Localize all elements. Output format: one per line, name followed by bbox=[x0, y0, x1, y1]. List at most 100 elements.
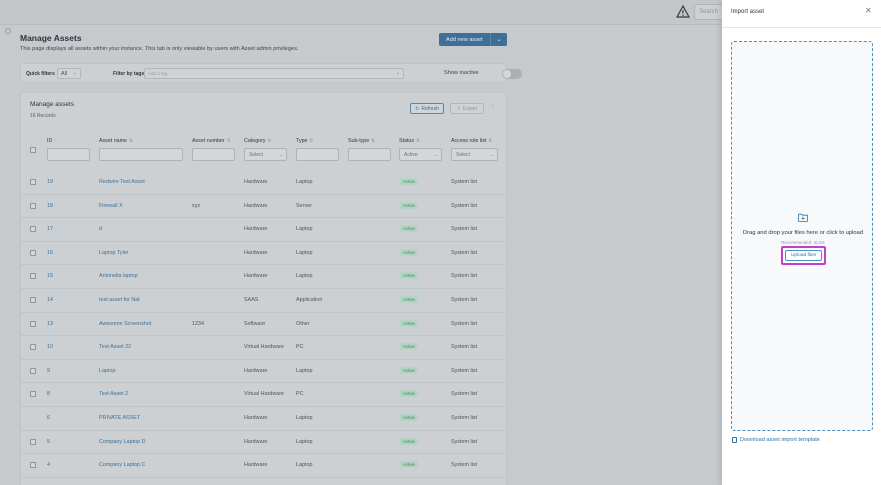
column-header-type[interactable]: Type ⇅ bbox=[296, 138, 313, 144]
asset-id-link[interactable]: 14 bbox=[47, 297, 53, 303]
column-header-status[interactable]: Status ⇅ bbox=[399, 138, 420, 144]
status-filter-select[interactable]: Active ⌄ bbox=[399, 148, 442, 161]
asset-name-link[interactable]: Firewall X bbox=[99, 203, 123, 209]
asset-name-link[interactable]: Test Asset 2 bbox=[99, 391, 128, 397]
id-filter-input[interactable] bbox=[47, 148, 90, 161]
show-inactive-toggle[interactable] bbox=[502, 69, 522, 79]
row-checkbox[interactable] bbox=[30, 344, 36, 351]
category-cell: Virtual Hardware bbox=[244, 391, 285, 398]
asset-id-link[interactable]: 8 bbox=[47, 391, 50, 397]
asset-number-filter-input[interactable] bbox=[192, 148, 235, 161]
upload-files-button[interactable]: Upload files bbox=[781, 246, 826, 265]
recommended-format: Recommended: XLSX bbox=[781, 240, 825, 245]
asset-id-link[interactable]: 6 bbox=[47, 415, 50, 421]
table-row[interactable]: 10 Test Asset 22 Virtual Hardware PC Active S… bbox=[21, 336, 506, 360]
row-checkbox[interactable] bbox=[30, 249, 36, 256]
table-row[interactable]: 5 Company Laptop D Hardware Laptop Active Sys… bbox=[21, 431, 506, 455]
access-role-cell: System list bbox=[451, 297, 478, 303]
row-checkbox[interactable] bbox=[30, 391, 36, 398]
sort-icon: ⇅ bbox=[416, 138, 420, 143]
table-row[interactable]: 9 Laptop Hardware Laptop Active System list bbox=[21, 360, 506, 384]
row-checkbox[interactable] bbox=[30, 179, 36, 185]
row-checkbox[interactable] bbox=[30, 320, 36, 327]
status-badge: Active bbox=[400, 366, 418, 374]
access-role-cell: System list bbox=[451, 249, 478, 256]
table-row[interactable]: 13 Awesome Screenshot 1234 Software Other Act… bbox=[21, 313, 506, 337]
chevron-down-icon[interactable]: ⌄ bbox=[491, 36, 507, 43]
asset-name-link[interactable]: PRIVATE ASSET bbox=[99, 415, 140, 421]
table-row[interactable]: 14 test asset for Nat SAAS Application Activ… bbox=[21, 289, 506, 313]
asset-id-link[interactable]: 13 bbox=[47, 321, 53, 327]
add-new-asset-button[interactable]: Add new asset ⌄ bbox=[439, 33, 507, 46]
asset-name-link[interactable]: Laptop bbox=[99, 368, 116, 374]
table-row[interactable]: 16 Laptop Tyler Hardware Laptop Active System… bbox=[21, 242, 506, 266]
asset-id-link[interactable]: 9 bbox=[47, 368, 50, 374]
column-header-asset-name[interactable]: Asset name ⇅ bbox=[99, 138, 133, 144]
tags-filter-input[interactable]: Add a tag ⌄ bbox=[144, 68, 404, 79]
asset-name-link[interactable]: d bbox=[99, 226, 102, 232]
warning-icon[interactable] bbox=[676, 5, 690, 18]
row-checkbox[interactable] bbox=[30, 462, 36, 469]
table-row[interactable]: 6 PRIVATE ASSET Hardware Laptop Active System… bbox=[21, 407, 506, 431]
asset-id-link[interactable]: 19 bbox=[47, 179, 53, 185]
type-filter-input[interactable] bbox=[296, 148, 339, 161]
asset-name-link[interactable]: Company Laptop C bbox=[99, 462, 145, 468]
row-checkbox[interactable] bbox=[30, 273, 36, 280]
category-filter-select[interactable]: Select ⌄ bbox=[244, 148, 287, 161]
upload-files-label: Upload files bbox=[784, 250, 823, 261]
table-row[interactable]: 17 d Hardware Laptop Active System list bbox=[21, 218, 506, 242]
category-cell: Virtual Hardware bbox=[244, 344, 285, 351]
column-header-asset-number[interactable]: Asset number ⇅ bbox=[192, 138, 230, 144]
column-header-id[interactable]: ID ↓ bbox=[47, 138, 57, 144]
asset-id-link[interactable]: 5 bbox=[47, 439, 50, 445]
table-row[interactable]: 8 Test Asset 2 Virtual Hardware PC Active Sys… bbox=[21, 383, 506, 407]
export-button[interactable]: ⇩ Export bbox=[450, 103, 484, 114]
row-checkbox[interactable] bbox=[30, 297, 36, 303]
refresh-label: Refresh bbox=[421, 105, 439, 112]
row-checkbox[interactable] bbox=[30, 226, 36, 233]
file-dropzone[interactable]: Drag and drop your files here or click t… bbox=[731, 41, 873, 431]
asset-name-link[interactable]: Company Laptop D bbox=[99, 439, 145, 445]
row-divider bbox=[21, 476, 506, 478]
sub-type-filter-input[interactable] bbox=[348, 148, 391, 161]
chevron-down-icon: ⌄ bbox=[434, 152, 438, 157]
row-checkbox[interactable] bbox=[30, 367, 36, 374]
table-row[interactable]: 15 Antonella laptop Hardware Laptop Active Sy… bbox=[21, 265, 506, 289]
asset-name-link[interactable]: Laptop Tyler bbox=[99, 250, 129, 256]
filter-by-tags-label: Filter by tags bbox=[113, 71, 145, 77]
asset-name-link[interactable]: Test Asset 22 bbox=[99, 344, 131, 350]
asset-name-filter-input[interactable] bbox=[99, 148, 183, 161]
close-icon[interactable]: ✕ bbox=[865, 6, 872, 15]
status-badge: Active bbox=[400, 201, 418, 209]
column-header-access-role-list[interactable]: Access role list ⇅ bbox=[451, 138, 492, 144]
row-checkbox[interactable] bbox=[30, 202, 36, 209]
asset-name-link[interactable]: Antonella laptop bbox=[99, 273, 138, 279]
drawer-divider bbox=[722, 27, 881, 28]
asset-id-link[interactable]: 10 bbox=[47, 344, 53, 350]
asset-name-link[interactable]: Redwire Test Asset bbox=[99, 179, 145, 185]
category-cell: Hardware bbox=[244, 415, 268, 421]
status-badge: Active bbox=[400, 390, 418, 398]
access-role-filter-select[interactable]: Select ⌄ bbox=[451, 148, 498, 161]
refresh-button[interactable]: ↻ Refresh bbox=[410, 103, 444, 114]
column-header-sub-type[interactable]: Sub-type ⇅ bbox=[348, 138, 375, 144]
select-all-checkbox[interactable] bbox=[30, 147, 36, 153]
asset-id-link[interactable]: 16 bbox=[47, 250, 53, 256]
table-row[interactable]: 18 Firewall X xyz Hardware Server Active Syste… bbox=[21, 195, 506, 219]
asset-id-link[interactable]: 17 bbox=[47, 226, 53, 232]
asset-name-link[interactable]: Awesome Screenshot bbox=[99, 321, 151, 327]
download-template-link[interactable]: Download asset import template bbox=[732, 437, 820, 443]
quick-filter-select[interactable]: All ⌄ bbox=[57, 68, 81, 79]
column-header-category[interactable]: Category ⇅ bbox=[244, 138, 271, 144]
access-role-cell: System list bbox=[451, 226, 478, 233]
table-row[interactable]: 19 Redwire Test Asset Hardware Laptop Active… bbox=[21, 171, 506, 195]
type-cell: Laptop bbox=[296, 226, 313, 233]
asset-name-link[interactable]: test asset for Nat bbox=[99, 297, 140, 303]
row-checkbox[interactable] bbox=[30, 438, 36, 445]
asset-id-link[interactable]: 18 bbox=[47, 203, 53, 209]
more-options-icon[interactable]: ⋮ bbox=[490, 105, 496, 111]
asset-id-link[interactable]: 15 bbox=[47, 273, 53, 279]
asset-id-link[interactable]: 4 bbox=[47, 462, 50, 468]
help-icon[interactable] bbox=[5, 28, 11, 34]
table-row[interactable]: 4 Company Laptop C Hardware Laptop Active Sys… bbox=[21, 454, 506, 478]
